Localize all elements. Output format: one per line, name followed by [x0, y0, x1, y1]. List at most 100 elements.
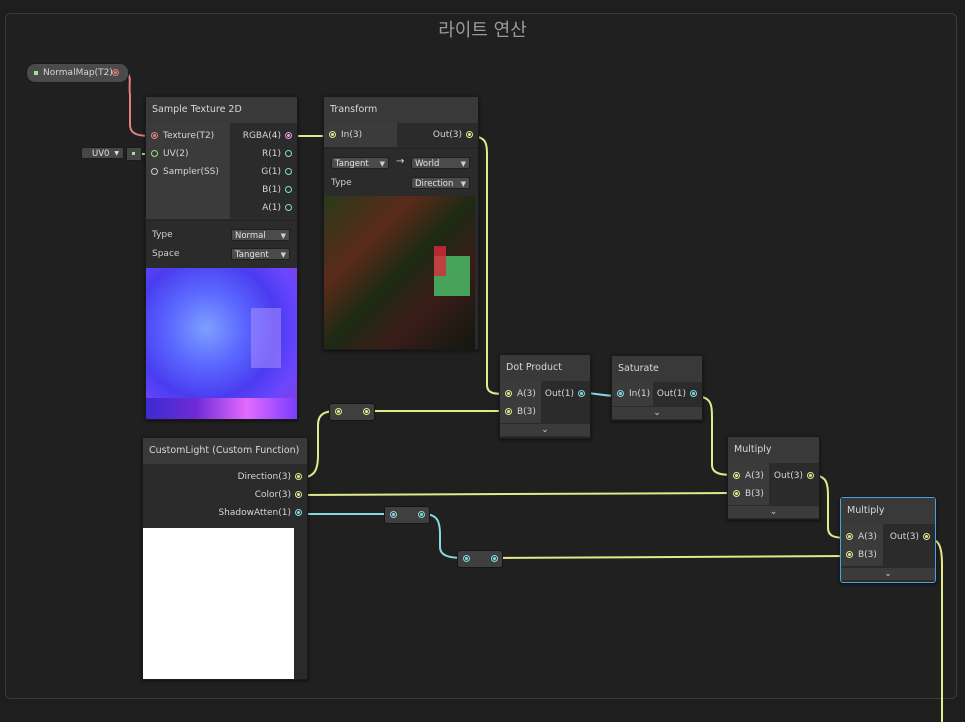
space-dropdown[interactable]: Tangent ▼	[231, 248, 290, 260]
preview-patch-red	[434, 246, 446, 276]
port-label: Out(3)	[773, 471, 803, 481]
b-output-port[interactable]: B(1)	[262, 183, 292, 197]
node-title[interactable]: CustomLight (Custom Function)	[143, 438, 307, 464]
texture-port-icon	[151, 132, 158, 139]
a-input-port[interactable]: A(3)	[505, 387, 536, 401]
reroute-node-direction[interactable]	[329, 403, 375, 421]
node-title[interactable]: Sample Texture 2D	[146, 97, 297, 123]
reroute-in-icon[interactable]	[463, 555, 470, 562]
out-output-port[interactable]: Out(3)	[774, 469, 814, 483]
out-port-icon	[690, 390, 697, 397]
type-dropdown[interactable]: Direction ▼	[411, 177, 470, 189]
b-input-port[interactable]: B(3)	[505, 405, 536, 419]
out-output-port[interactable]: Out(3)	[433, 128, 473, 142]
port-label: In(3)	[341, 130, 363, 140]
uv-input-dropdown[interactable]: UV0 ▼	[81, 147, 124, 159]
g-output-port[interactable]: G(1)	[261, 165, 292, 179]
expand-chevron-icon[interactable]: ⌄	[728, 506, 819, 518]
node-title[interactable]: Saturate	[612, 356, 702, 382]
multiply-node-1[interactable]: Multiply A(3) B(3) Out(3) ⌄	[727, 436, 820, 520]
texture-input-port[interactable]: Texture(T2)	[151, 129, 214, 143]
chevron-down-icon: ▼	[114, 150, 119, 157]
reroute-out-icon[interactable]	[363, 408, 370, 415]
reroute-in-icon[interactable]	[335, 408, 342, 415]
direction-output-port[interactable]: Direction(3)	[238, 470, 302, 484]
b-input-port[interactable]: B(3)	[733, 487, 764, 501]
reroute-node-shadow-1[interactable]	[384, 506, 430, 524]
uv-input-port[interactable]: UV(2)	[151, 147, 189, 161]
to-space-dropdown[interactable]: World ▼	[411, 157, 470, 169]
property-output-port[interactable]	[112, 69, 119, 76]
out-output-port[interactable]: Out(3)	[890, 530, 930, 544]
to-value: World	[415, 159, 440, 169]
uv-connector[interactable]	[126, 147, 142, 161]
type-value: Normal	[235, 231, 266, 241]
custom-light-node[interactable]: CustomLight (Custom Function) Direction(…	[142, 437, 308, 680]
rgba-port-icon	[285, 132, 292, 139]
caret-down-icon: ▼	[460, 160, 466, 168]
a-port-icon	[285, 204, 292, 211]
port-label: Texture(T2)	[163, 131, 215, 141]
color-port-icon	[295, 491, 302, 498]
direction-port-icon	[295, 473, 302, 480]
uv-port-icon	[151, 150, 158, 157]
expand-chevron-icon[interactable]: ⌄	[612, 407, 702, 419]
b-input-port[interactable]: B(3)	[846, 548, 877, 562]
preview-overlay	[251, 308, 281, 368]
a-input-port[interactable]: A(3)	[846, 530, 877, 544]
port-label: B(3)	[745, 489, 764, 499]
port-label: B(3)	[517, 407, 536, 417]
from-space-dropdown[interactable]: Tangent ▼	[331, 157, 389, 169]
shadowatten-port-icon	[295, 509, 302, 516]
normalmap-property-node[interactable]: NormalMap(T2)	[26, 63, 129, 83]
space-value: Tangent	[235, 250, 269, 260]
normal-map-preview	[146, 268, 297, 419]
port-label: Out(1)	[656, 389, 686, 399]
reroute-in-icon[interactable]	[390, 511, 397, 518]
port-label: ShadowAtten(1)	[218, 508, 291, 518]
uv-dot-icon	[132, 152, 135, 155]
reroute-out-icon[interactable]	[491, 555, 498, 562]
node-title[interactable]: Dot Product	[500, 355, 590, 381]
arrow-right-icon: →	[396, 156, 405, 167]
multiply-node-2[interactable]: Multiply A(3) B(3) Out(3) ⌄	[840, 497, 936, 583]
sample-texture-2d-node[interactable]: Sample Texture 2D Texture(T2) UV(2) Samp…	[145, 96, 298, 420]
saturate-node[interactable]: Saturate In(1) Out(1) ⌄	[611, 355, 703, 421]
shadowatten-output-port[interactable]: ShadowAtten(1)	[218, 506, 302, 520]
node-title[interactable]: Multiply	[841, 498, 935, 524]
node-title[interactable]: Multiply	[728, 437, 819, 463]
a-port-icon	[846, 533, 853, 540]
reroute-out-icon[interactable]	[418, 511, 425, 518]
port-label: A(3)	[517, 389, 536, 399]
out-output-port[interactable]: Out(1)	[657, 387, 697, 401]
a-output-port[interactable]: A(1)	[262, 201, 292, 215]
rgba-output-port[interactable]: RGBA(4)	[243, 129, 292, 143]
out-output-port[interactable]: Out(1)	[545, 387, 585, 401]
a-input-port[interactable]: A(3)	[733, 469, 764, 483]
caret-down-icon: ▼	[460, 180, 466, 188]
port-label: B(3)	[858, 550, 877, 560]
dot-product-node[interactable]: Dot Product A(3) B(3) Out(1) ⌄	[499, 354, 591, 439]
node-title[interactable]: Transform	[324, 97, 478, 123]
reroute-node-shadow-2[interactable]	[457, 550, 503, 568]
property-label: NormalMap(T2)	[43, 68, 113, 78]
type-dropdown[interactable]: Normal ▼	[231, 229, 290, 241]
color-output-port[interactable]: Color(3)	[255, 488, 302, 502]
transform-node[interactable]: Transform In(3) Out(3) Tangent ▼ → World…	[323, 96, 479, 350]
sampler-input-port[interactable]: Sampler(SS)	[151, 165, 219, 179]
port-label: Direction(3)	[237, 472, 291, 482]
port-label: R(1)	[261, 149, 281, 159]
wire-color-multiply1b	[297, 492, 735, 496]
transform-preview	[324, 196, 475, 349]
caret-down-icon: ▼	[379, 160, 385, 168]
expand-chevron-icon[interactable]: ⌄	[500, 424, 590, 436]
in-input-port[interactable]: In(1)	[617, 387, 650, 401]
custom-light-preview	[143, 528, 294, 679]
in-input-port[interactable]: In(3)	[329, 128, 362, 142]
space-label: Space	[152, 249, 180, 259]
expand-chevron-icon[interactable]: ⌄	[841, 568, 935, 580]
caret-down-icon: ▼	[280, 251, 286, 259]
from-value: Tangent	[335, 159, 369, 169]
r-output-port[interactable]: R(1)	[262, 147, 292, 161]
port-label: G(1)	[261, 167, 281, 177]
